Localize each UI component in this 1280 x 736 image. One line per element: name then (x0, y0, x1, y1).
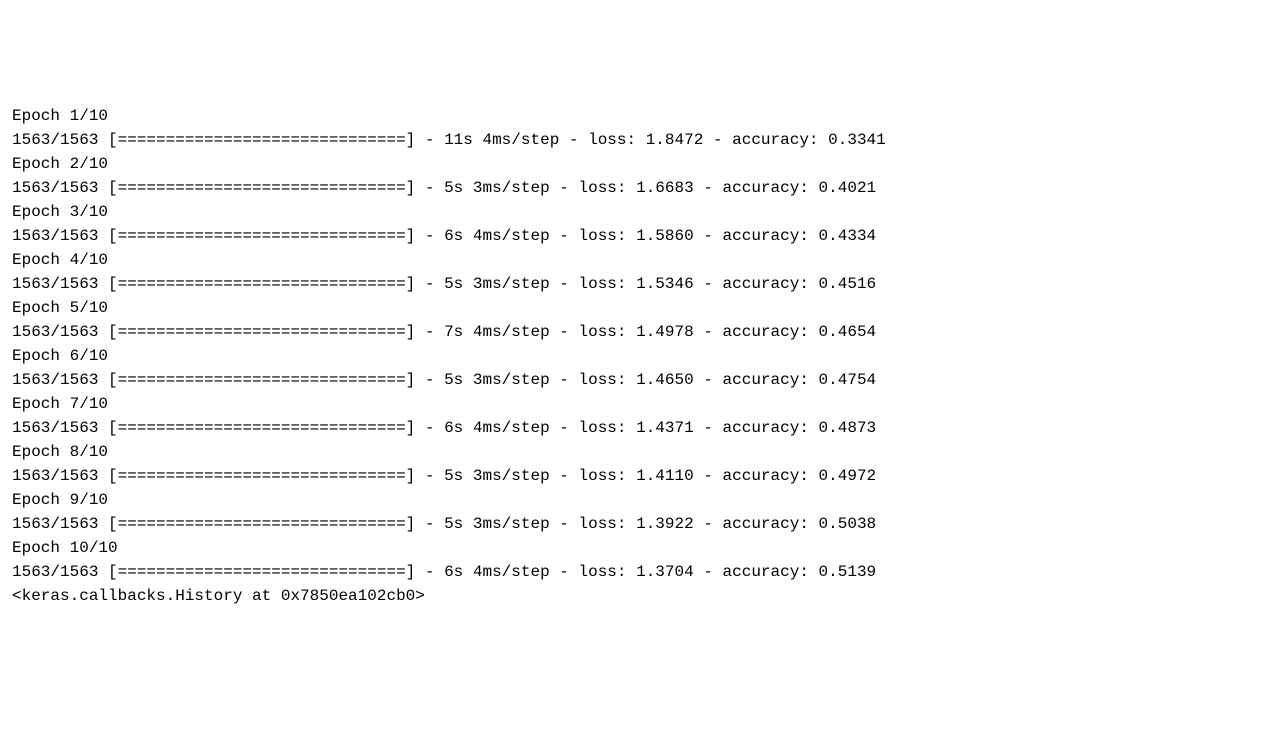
epoch-progress: 1563/1563 [=============================… (12, 560, 1268, 584)
epoch-header: Epoch 2/10 (12, 152, 1268, 176)
epoch-progress: 1563/1563 [=============================… (12, 224, 1268, 248)
training-output: Epoch 1/101563/1563 [===================… (12, 104, 1268, 608)
epoch-progress: 1563/1563 [=============================… (12, 464, 1268, 488)
epoch-progress: 1563/1563 [=============================… (12, 320, 1268, 344)
epoch-header: Epoch 9/10 (12, 488, 1268, 512)
epoch-progress: 1563/1563 [=============================… (12, 416, 1268, 440)
epoch-progress: 1563/1563 [=============================… (12, 512, 1268, 536)
epoch-header: Epoch 3/10 (12, 200, 1268, 224)
epoch-header: Epoch 4/10 (12, 248, 1268, 272)
epoch-header: Epoch 1/10 (12, 104, 1268, 128)
epoch-header: Epoch 6/10 (12, 344, 1268, 368)
epoch-progress: 1563/1563 [=============================… (12, 128, 1268, 152)
epoch-header: Epoch 8/10 (12, 440, 1268, 464)
epoch-progress: 1563/1563 [=============================… (12, 272, 1268, 296)
epoch-progress: 1563/1563 [=============================… (12, 176, 1268, 200)
epoch-header: Epoch 5/10 (12, 296, 1268, 320)
epoch-header: Epoch 7/10 (12, 392, 1268, 416)
return-value: <keras.callbacks.History at 0x7850ea102c… (12, 584, 1268, 608)
epoch-progress: 1563/1563 [=============================… (12, 368, 1268, 392)
epoch-header: Epoch 10/10 (12, 536, 1268, 560)
